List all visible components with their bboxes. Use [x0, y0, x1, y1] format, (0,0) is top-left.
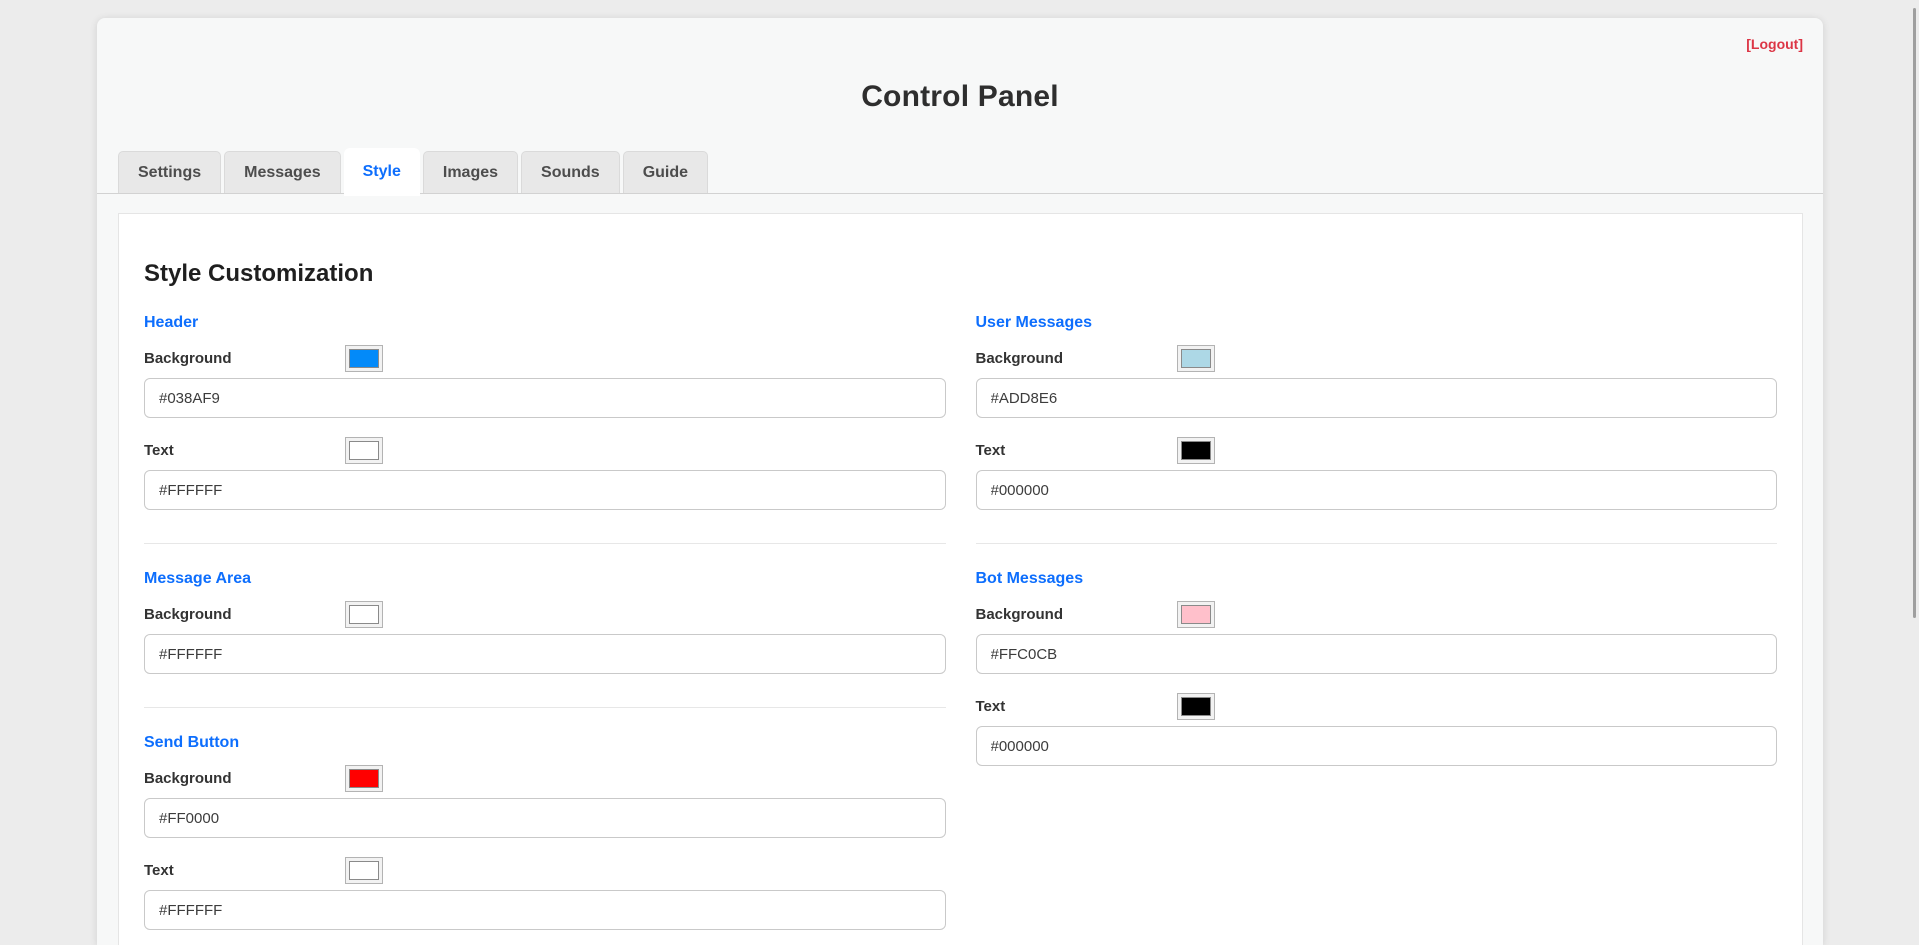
- tab-bar: Settings Messages Style Images Sounds Guide: [97, 148, 1823, 196]
- color-value-input[interactable]: [975, 470, 1777, 510]
- color-picker-swatch[interactable]: [1176, 601, 1215, 628]
- field-label: Background: [144, 770, 232, 787]
- tab-settings[interactable]: Settings: [118, 151, 222, 193]
- field-label-row: Background: [976, 345, 1778, 372]
- color-picker-swatch[interactable]: [345, 857, 383, 884]
- color-field-text: Text: [975, 693, 1778, 766]
- field-label-row: Background: [144, 601, 946, 628]
- color-field-background: Background: [144, 345, 946, 418]
- style-tab-pane: Style Customization Header Background Text…: [118, 213, 1803, 945]
- color-picker-swatch[interactable]: [345, 765, 383, 792]
- swatch-color: [349, 349, 379, 368]
- color-picker-swatch[interactable]: [1176, 693, 1215, 720]
- color-value-input[interactable]: [144, 378, 946, 418]
- color-picker-swatch[interactable]: [345, 345, 383, 372]
- control-panel-card: [Logout] Control Panel Settings Messages S…: [97, 18, 1823, 945]
- swatch-color: [1180, 697, 1211, 716]
- field-label-row: Background: [976, 601, 1778, 628]
- field-label: Background: [144, 606, 232, 623]
- field-label-row: Text: [976, 437, 1778, 464]
- color-field-background: Background: [975, 345, 1778, 418]
- color-field-background: Background: [144, 601, 946, 674]
- field-label: Background: [144, 350, 232, 367]
- field-label: Text: [144, 862, 174, 879]
- color-value-input[interactable]: [975, 726, 1777, 766]
- color-value-input[interactable]: [144, 470, 946, 510]
- color-picker-swatch[interactable]: [1176, 345, 1215, 372]
- style-columns: Header Background Text Message Area Backgrou…: [144, 314, 1777, 945]
- color-value-input[interactable]: [144, 890, 946, 930]
- logout-link[interactable]: [Logout]: [1746, 36, 1803, 52]
- field-label-row: Text: [144, 857, 946, 884]
- style-customization-heading: Style Customization: [144, 260, 374, 287]
- section-title: Send Button: [144, 734, 240, 751]
- field-label: Text: [975, 698, 1006, 715]
- swatch-color: [1180, 441, 1211, 460]
- color-value-input[interactable]: [975, 378, 1777, 418]
- section-divider: [144, 707, 946, 708]
- section-title: Header: [144, 314, 199, 331]
- swatch-color: [1180, 349, 1211, 368]
- color-value-input[interactable]: [975, 634, 1777, 674]
- section-title: Message Area: [144, 570, 252, 587]
- color-value-input[interactable]: [144, 798, 946, 838]
- swatch-color: [349, 441, 379, 460]
- style-section-user-messages: User Messages Background Text: [975, 314, 1778, 510]
- section-title: Bot Messages: [975, 570, 1084, 587]
- tab-guide[interactable]: Guide: [622, 151, 709, 193]
- style-section-send-button: Send Button Background Text: [144, 734, 946, 930]
- field-label: Background: [975, 350, 1064, 367]
- field-label-row: Text: [144, 437, 946, 464]
- color-picker-swatch[interactable]: [1176, 437, 1215, 464]
- tab-sounds[interactable]: Sounds: [521, 151, 620, 193]
- swatch-color: [1180, 605, 1211, 624]
- section-title: User Messages: [975, 314, 1093, 331]
- swatch-color: [349, 861, 379, 880]
- left-column: Header Background Text Message Area Backgrou…: [144, 314, 946, 945]
- tab-style[interactable]: Style: [343, 148, 420, 196]
- color-field-background: Background: [975, 601, 1778, 674]
- tab-messages[interactable]: Messages: [224, 151, 341, 193]
- color-picker-swatch[interactable]: [345, 601, 383, 628]
- vertical-scrollbar-thumb[interactable]: [1913, 8, 1916, 618]
- section-divider: [975, 543, 1777, 544]
- color-field-background: Background: [144, 765, 946, 838]
- field-label: Text: [144, 442, 174, 459]
- field-label: Background: [975, 606, 1064, 623]
- field-label-row: Background: [144, 345, 946, 372]
- color-value-input[interactable]: [144, 634, 946, 674]
- color-field-text: Text: [144, 857, 946, 930]
- style-section-message-area: Message Area Background: [144, 570, 946, 674]
- style-section-bot-messages: Bot Messages Background Text: [975, 570, 1778, 766]
- field-label-row: Text: [976, 693, 1778, 720]
- field-label: Text: [975, 442, 1006, 459]
- field-label-row: Background: [144, 765, 946, 792]
- page: { "page": { "title": "Control Panel", "l…: [0, 0, 1919, 945]
- swatch-color: [349, 605, 379, 624]
- swatch-color: [349, 769, 379, 788]
- color-picker-swatch[interactable]: [345, 437, 383, 464]
- tab-images[interactable]: Images: [422, 151, 519, 193]
- page-title: Control Panel: [861, 80, 1059, 113]
- color-field-text: Text: [144, 437, 946, 510]
- section-divider: [144, 543, 946, 544]
- right-column: User MessagesBackgroundTextBot MessagesB…: [975, 314, 1778, 945]
- style-section-header: Header Background Text: [144, 314, 946, 510]
- color-field-text: Text: [975, 437, 1778, 510]
